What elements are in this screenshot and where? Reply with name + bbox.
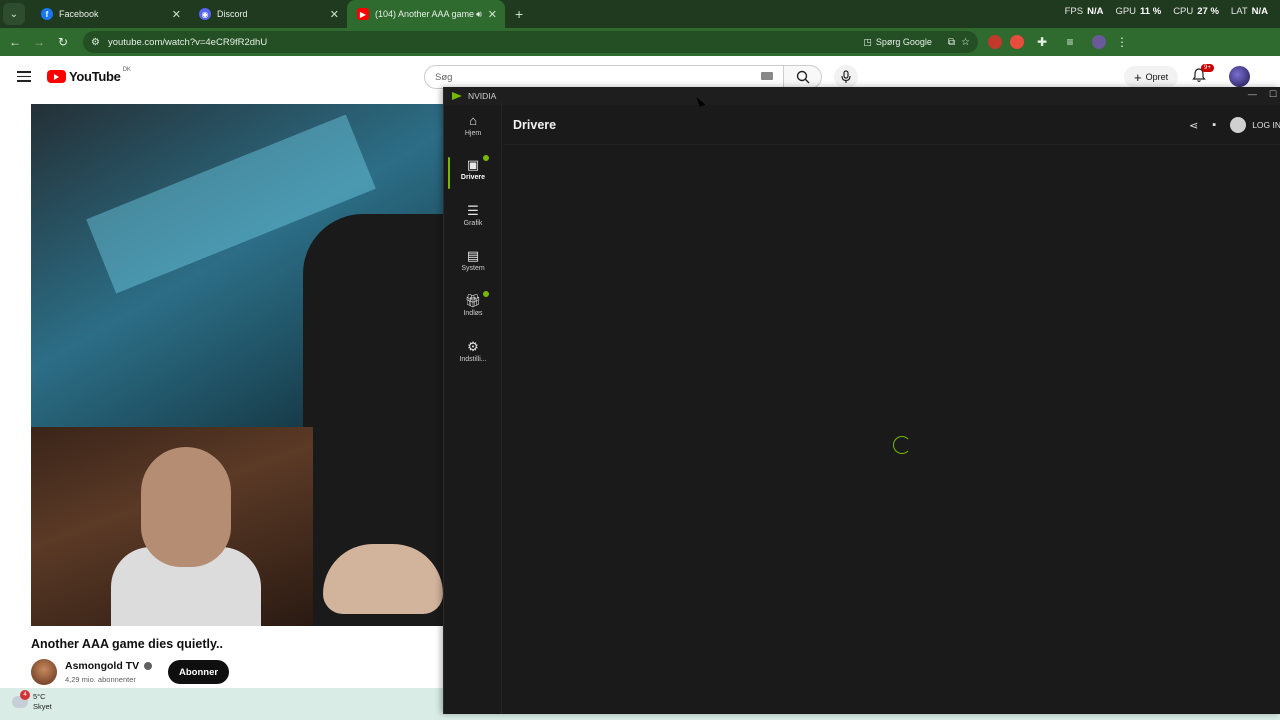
search-input[interactable]: Søg xyxy=(424,65,784,89)
channel-name[interactable]: Asmongold TV xyxy=(65,660,139,672)
search-button[interactable] xyxy=(784,65,822,89)
youtube-play-icon xyxy=(47,70,66,83)
profile-avatar[interactable] xyxy=(1092,35,1106,49)
nav-item-hjem[interactable]: ⌂ Hjem xyxy=(444,109,502,149)
search-icon xyxy=(796,70,809,84)
weather-temp: 5°C xyxy=(33,692,46,701)
url-text: youtube.com/watch?v=4eCR9fR2dhU xyxy=(107,36,268,48)
browser-tab-strip: ⌄ f Facebook ✕ ◉ Discord ✕ ▶ (104) Anoth… xyxy=(0,0,1280,28)
nvidia-page-header: Drivere ⋖ ▪ LOG IN xyxy=(503,105,1280,145)
nav-item-indlos[interactable]: 🎁︎ Indløs xyxy=(444,289,502,329)
nav-item-grafik[interactable]: ☰ Grafik xyxy=(444,199,502,239)
channel-avatar[interactable] xyxy=(31,659,57,685)
nav-item-indstillinger[interactable]: ⚙ Indstilli... xyxy=(444,335,502,375)
ask-google-button[interactable]: ◳ Spørg Google xyxy=(863,37,932,48)
update-dot xyxy=(483,291,489,297)
bookmark-star-icon[interactable]: ☆ xyxy=(961,37,970,48)
gear-icon: ⚙ xyxy=(467,339,479,354)
address-bar[interactable]: ⚙ youtube.com/watch?v=4eCR9fR2dhU ◳ Spør… xyxy=(83,31,978,53)
user-icon xyxy=(1230,117,1247,133)
notifications-button[interactable]: 9+ xyxy=(1192,64,1214,88)
subscribe-button[interactable]: Abonner xyxy=(168,660,230,684)
maximize-icon[interactable]: ☐ xyxy=(1269,89,1277,100)
facebook-icon: f xyxy=(41,8,53,20)
more-menu-icon[interactable]: ⋮ xyxy=(1110,35,1134,49)
webcam-overlay xyxy=(31,427,313,626)
verified-icon xyxy=(144,662,152,670)
close-icon[interactable]: ✕ xyxy=(172,8,181,21)
nvidia-sidebar: ⌂ Hjem ▣ Drivere ☰ Grafik ▤ System 🎁︎ In… xyxy=(444,105,502,714)
performance-overlay: FPS N/A GPU 11 % CPU 27 % LAT N/A xyxy=(1065,6,1268,17)
youtube-icon: ▶ xyxy=(357,8,369,20)
site-info-icon[interactable]: ⚙ xyxy=(91,37,100,48)
lens-icon: ◳ xyxy=(863,36,872,47)
microphone-button[interactable] xyxy=(834,65,858,89)
fps-stat: FPS N/A xyxy=(1064,6,1104,17)
subscriber-count: 4,29 mio. abonnenter xyxy=(65,675,136,684)
plus-icon: + xyxy=(1134,69,1142,85)
sliders-icon: ☰ xyxy=(467,203,479,218)
tab-title: Discord xyxy=(217,9,248,19)
cloud-icon: 4 xyxy=(12,690,30,708)
create-button[interactable]: + Opret xyxy=(1124,66,1179,88)
nvidia-titlebar[interactable]: NVIDIA — ☐ xyxy=(444,87,1280,105)
reload-icon[interactable]: ↻ xyxy=(51,35,75,49)
puzzle-icon[interactable]: ✚ xyxy=(1030,35,1054,49)
page-title: Drivere xyxy=(513,118,557,132)
install-app-icon[interactable]: ⧉ xyxy=(948,37,955,48)
tab-search-button[interactable]: ⌄ xyxy=(3,3,25,25)
minimize-icon[interactable]: — xyxy=(1248,89,1257,100)
browser-toolbar: ← → ↻ ⚙ youtube.com/watch?v=4eCR9fR2dhU … xyxy=(0,28,1280,56)
keyboard-icon[interactable] xyxy=(761,72,773,80)
weather-alert-badge: 4 xyxy=(20,690,30,700)
window-title: NVIDIA xyxy=(468,91,497,101)
nvidia-app-window: NVIDIA — ☐ ⌂ Hjem ▣ Drivere ☰ Grafik ▤ S… xyxy=(443,87,1280,714)
media-controls-icon[interactable]: ≡ xyxy=(1058,35,1082,49)
extension-icon[interactable] xyxy=(1010,35,1024,49)
gpu-stat: GPU 11 % xyxy=(1115,6,1162,17)
loading-spinner xyxy=(893,436,911,454)
close-icon[interactable]: ✕ xyxy=(330,8,339,21)
account-avatar[interactable] xyxy=(1229,66,1250,87)
update-dot xyxy=(483,155,489,161)
tab-facebook[interactable]: f Facebook ✕ xyxy=(31,0,189,28)
forward-icon[interactable]: → xyxy=(27,35,51,49)
cpu-stat: CPU 27 % xyxy=(1173,6,1219,17)
nvidia-logo-icon xyxy=(452,92,462,100)
extension-icon[interactable] xyxy=(988,35,1002,49)
share-icon[interactable]: ⋖ xyxy=(1189,119,1198,132)
nav-item-drivere[interactable]: ▣ Drivere xyxy=(444,153,502,193)
youtube-logo[interactable]: YouTube DK xyxy=(47,67,131,84)
gift-icon: 🎁︎ xyxy=(464,293,482,308)
weather-widget[interactable]: 4 5°C Skyet xyxy=(12,690,52,712)
menu-icon[interactable] xyxy=(17,71,31,85)
video-title: Another AAA game dies quietly.. xyxy=(31,637,223,651)
home-icon: ⌂ xyxy=(469,113,477,128)
feedback-icon[interactable]: ▪ xyxy=(1212,119,1216,131)
close-icon[interactable]: ✕ xyxy=(488,8,497,21)
notification-badge: 9+ xyxy=(1201,64,1214,72)
new-tab-button[interactable]: + xyxy=(515,6,523,22)
system-icon: ▤ xyxy=(466,248,480,263)
driver-icon: ▣ xyxy=(466,157,480,172)
tab-title: (104) Another AAA game d xyxy=(375,9,477,19)
microphone-icon xyxy=(841,70,851,83)
latency-stat: LAT N/A xyxy=(1230,6,1268,17)
video-player[interactable] xyxy=(31,104,443,626)
discord-icon: ◉ xyxy=(199,8,211,20)
back-icon[interactable]: ← xyxy=(3,35,27,49)
weather-desc: Skyet xyxy=(33,702,52,711)
tab-youtube[interactable]: ▶ (104) Another AAA game d 🔊︎ ✕ xyxy=(347,0,505,28)
tab-discord[interactable]: ◉ Discord ✕ xyxy=(189,0,347,28)
login-button[interactable]: LOG IN xyxy=(1230,117,1280,133)
nav-item-system[interactable]: ▤ System xyxy=(444,244,502,284)
speaker-icon[interactable]: 🔊︎ xyxy=(476,9,482,20)
tab-title: Facebook xyxy=(59,9,99,19)
